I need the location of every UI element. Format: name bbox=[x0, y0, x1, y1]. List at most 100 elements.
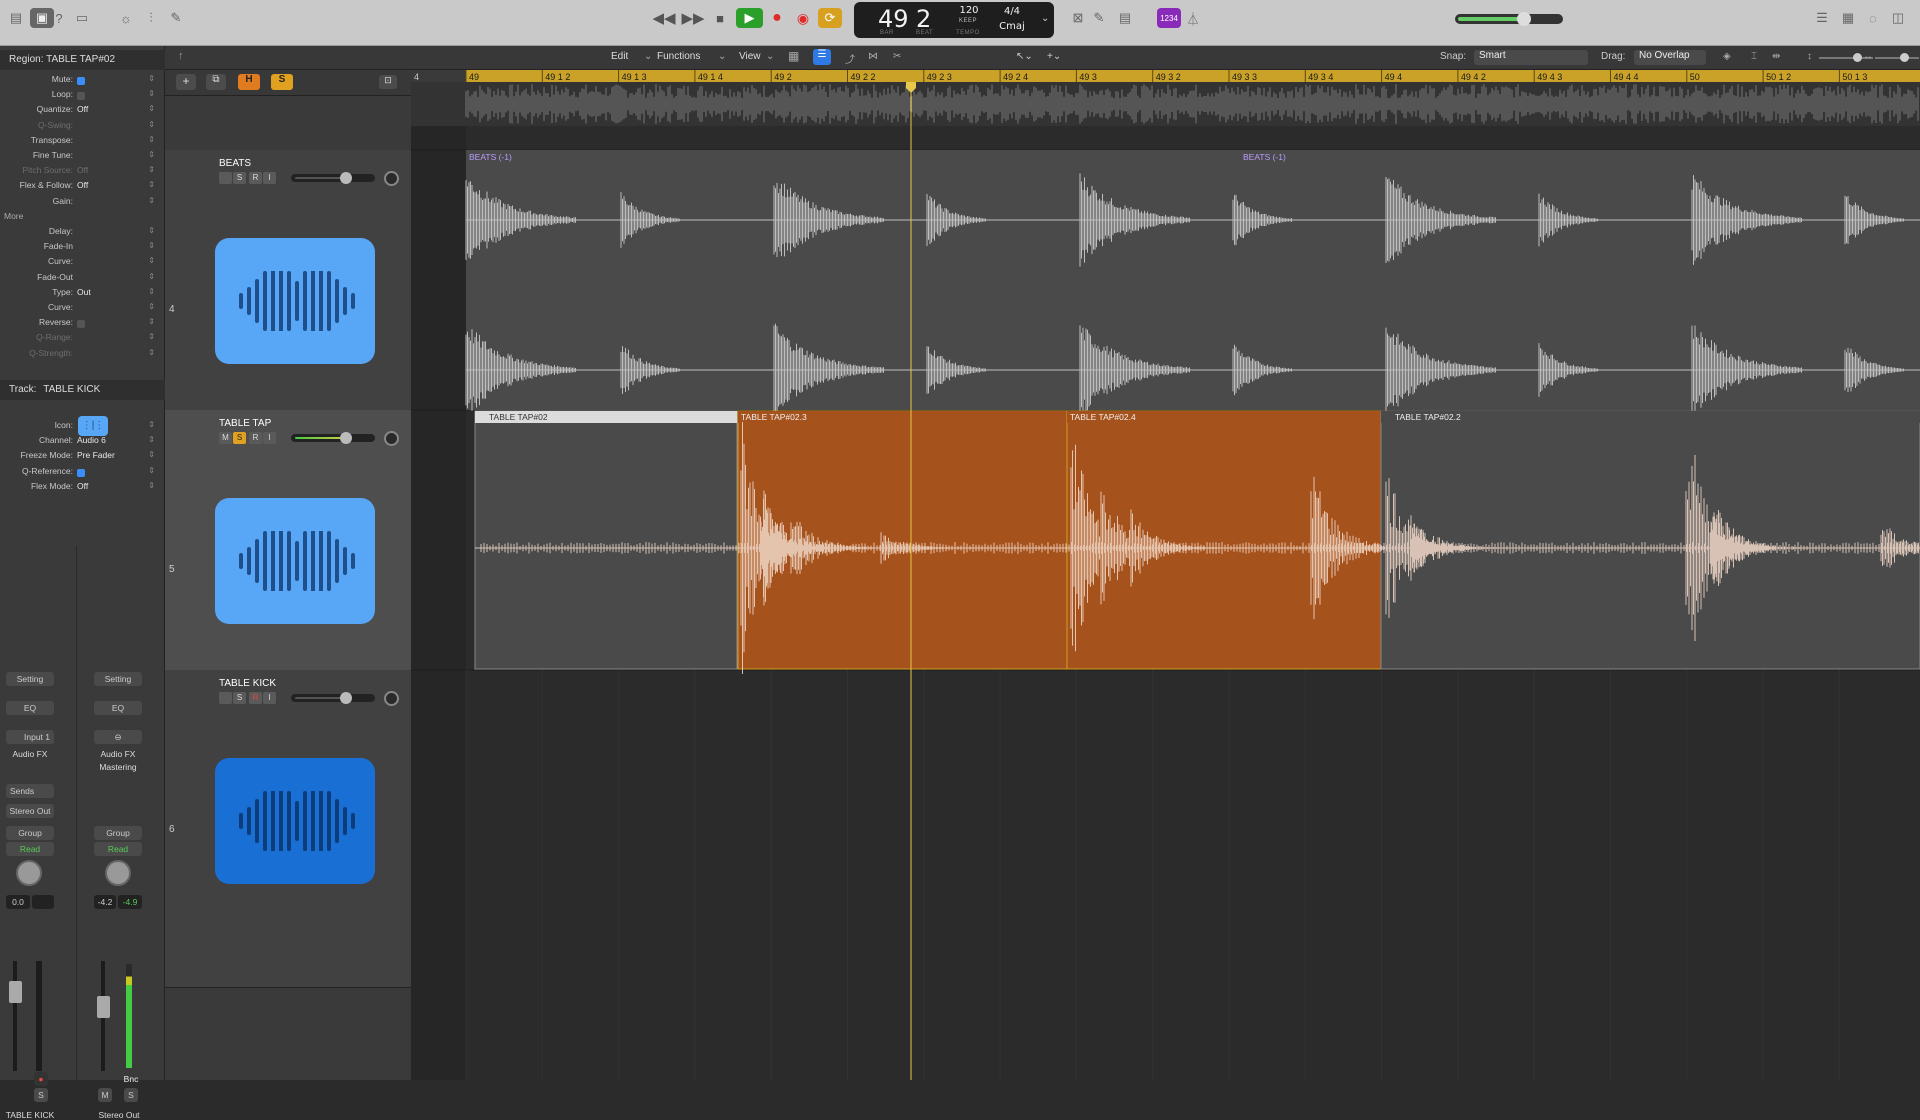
strip2-automation-read[interactable]: Read bbox=[94, 842, 142, 856]
inspector-row-value[interactable]: Off bbox=[77, 481, 88, 491]
region-table-tap[interactable] bbox=[1380, 410, 1920, 670]
strip1-record-button[interactable]: ● bbox=[34, 1072, 48, 1086]
stepper-icon[interactable]: ⇕ bbox=[148, 104, 155, 113]
strip1-solo-button[interactable]: S bbox=[34, 1088, 48, 1102]
track-icon-picker[interactable]: ⋮|⋮ bbox=[78, 416, 108, 436]
strip1-audio-fx[interactable]: Audio FX bbox=[6, 749, 54, 759]
automation-icon[interactable]: ⤴ bbox=[845, 51, 855, 66]
track-pan-knob[interactable] bbox=[384, 171, 399, 186]
strip2-setting-button[interactable]: Setting bbox=[94, 672, 142, 686]
count-in-button[interactable]: 1234 bbox=[1157, 8, 1181, 28]
strip1-automation-read[interactable]: Read bbox=[6, 842, 54, 856]
strip2-pan-knob[interactable] bbox=[105, 860, 131, 886]
track-button[interactable]: M bbox=[219, 432, 232, 444]
strip1-output-button[interactable]: Stereo Out bbox=[6, 804, 54, 818]
track-volume-knob[interactable] bbox=[339, 172, 352, 184]
inspector-row[interactable]: Delay: ⇕ bbox=[0, 226, 165, 241]
inspector-row[interactable]: Flex Mode: Off ⇕ bbox=[0, 481, 165, 496]
snap-select[interactable]: Smart bbox=[1474, 50, 1588, 65]
strip2-solo-button[interactable]: S bbox=[124, 1088, 138, 1102]
arrange-canvas[interactable]: 49 49 1 2 49 1 3 49 1 4 49 2 49 2 2 49 2 3 49 2… bbox=[411, 70, 1920, 1080]
play-button[interactable]: ▶ bbox=[736, 8, 763, 28]
solo-mode-button[interactable]: S bbox=[271, 74, 293, 90]
browser-icon[interactable]: ◫ bbox=[1886, 8, 1910, 28]
lcd-chevron-icon[interactable]: ⌄ bbox=[1041, 13, 1049, 24]
strip1-input-button[interactable]: Input 1 bbox=[6, 730, 54, 744]
rewind-icon[interactable]: ◀◀ bbox=[652, 8, 676, 28]
stepper-icon[interactable]: ⇕ bbox=[148, 466, 155, 475]
loop-browser-icon[interactable]: ◌ bbox=[1861, 8, 1885, 28]
toolbar-icon[interactable]: ▭ bbox=[70, 8, 94, 28]
stepper-icon[interactable]: ⇕ bbox=[148, 450, 155, 459]
inspector-row-value[interactable]: Off bbox=[77, 104, 88, 114]
strip2-eq-button[interactable]: EQ bbox=[94, 701, 142, 715]
metronome-icon[interactable]: ⏃ bbox=[1181, 8, 1205, 28]
track-pan-knob[interactable] bbox=[384, 691, 399, 706]
notepad-icon[interactable]: ▦ bbox=[1836, 8, 1860, 28]
stepper-icon[interactable]: ⇕ bbox=[148, 302, 155, 311]
track-name[interactable]: BEATS bbox=[219, 158, 251, 169]
grid-view-icon[interactable]: ▦ bbox=[788, 49, 799, 63]
snap-icon[interactable]: ✂ bbox=[893, 51, 901, 62]
track-button[interactable]: I bbox=[263, 172, 276, 184]
checkbox[interactable] bbox=[77, 92, 85, 101]
fast-forward-icon[interactable]: ▶▶ bbox=[681, 8, 705, 28]
inspector-row[interactable]: Gain: ⇕ bbox=[0, 196, 165, 211]
stepper-icon[interactable]: ⇕ bbox=[148, 74, 155, 83]
strip2-fader-cap[interactable] bbox=[97, 996, 110, 1018]
inspector-row[interactable]: Fade-Out ⇕ bbox=[0, 272, 165, 287]
inspector-row[interactable]: Q-Range: ⇕ bbox=[0, 332, 165, 347]
inspector-row[interactable]: Curve: ⇕ bbox=[0, 256, 165, 271]
inspector-row[interactable]: Reverse: ⇕ bbox=[0, 317, 165, 332]
track-volume-fader[interactable] bbox=[291, 692, 375, 704]
strip1-fader-cap[interactable] bbox=[9, 981, 22, 1003]
smart-controls-icon[interactable]: ☼ bbox=[114, 8, 138, 28]
list-view-icon[interactable]: ☰ bbox=[813, 49, 831, 65]
stepper-icon[interactable]: ⇕ bbox=[148, 481, 155, 490]
vertical-zoom-knob[interactable] bbox=[1853, 53, 1862, 62]
view-menu[interactable]: View bbox=[739, 51, 761, 62]
inspector-row-value[interactable]: Off bbox=[77, 180, 88, 190]
horizontal-zoom-knob[interactable] bbox=[1900, 53, 1909, 62]
strip2-link-icon[interactable]: ⊖ bbox=[94, 730, 142, 744]
track-icon[interactable] bbox=[215, 238, 375, 364]
inspector-row[interactable]: Icon: ⋮|⋮ ⇕ bbox=[0, 416, 165, 436]
more-section[interactable]: More bbox=[0, 211, 165, 226]
track-header[interactable]: 6 TABLE KICK SRI bbox=[165, 670, 411, 988]
strip2-mastering[interactable]: Mastering bbox=[94, 762, 142, 772]
track-volume-fader[interactable] bbox=[291, 432, 375, 444]
track-name[interactable]: TABLE KICK bbox=[219, 678, 276, 689]
stepper-icon[interactable]: ⇕ bbox=[148, 120, 155, 129]
inspector-row-value[interactable]: Out bbox=[77, 287, 91, 297]
track-button[interactable] bbox=[219, 172, 232, 184]
track-volume-knob[interactable] bbox=[339, 432, 352, 444]
region-inspector-header[interactable]: Region: TABLE TAP#02 bbox=[0, 50, 165, 70]
stop-icon[interactable]: ■ bbox=[708, 8, 732, 28]
drag-select[interactable]: No Overlap bbox=[1634, 50, 1706, 65]
region-beats[interactable] bbox=[466, 150, 1920, 410]
stepper-icon[interactable]: ⇕ bbox=[148, 226, 155, 235]
stepper-icon[interactable]: ⇕ bbox=[148, 332, 155, 341]
inspector-row[interactable]: Q-Swing: ⇕ bbox=[0, 120, 165, 135]
stepper-icon[interactable]: ⇕ bbox=[148, 241, 155, 250]
inspector-row[interactable]: Transpose: ⇕ bbox=[0, 135, 165, 150]
functions-menu[interactable]: Functions bbox=[657, 51, 700, 62]
track-volume-fader[interactable] bbox=[291, 172, 375, 184]
inspector-row[interactable]: Pitch Source: Off ⇕ bbox=[0, 165, 165, 180]
inspector-row-value[interactable]: Off bbox=[77, 165, 88, 175]
inspector-row[interactable]: Flex & Follow: Off ⇕ bbox=[0, 180, 165, 195]
library-icon[interactable]: ▤ bbox=[4, 8, 28, 28]
stepper-icon[interactable]: ⇕ bbox=[148, 420, 155, 429]
track-name[interactable]: TABLE TAP bbox=[219, 418, 271, 429]
track-button[interactable]: R bbox=[249, 172, 262, 184]
mixer-icon[interactable]: ⫶ bbox=[139, 8, 163, 28]
editors-icon[interactable]: ✎ bbox=[164, 8, 188, 28]
track-button[interactable]: R bbox=[249, 432, 262, 444]
strip1-sends-button[interactable]: Sends bbox=[6, 784, 54, 798]
inspector-row[interactable]: Q-Reference: ⇕ bbox=[0, 466, 165, 481]
add-track-icon[interactable]: + bbox=[176, 74, 196, 90]
replace-record-icon[interactable]: ◉ bbox=[791, 8, 815, 28]
score-icon[interactable]: ▤ bbox=[1113, 8, 1137, 28]
stepper-icon[interactable]: ⇕ bbox=[148, 435, 155, 444]
master-volume-slider[interactable] bbox=[1455, 12, 1563, 26]
